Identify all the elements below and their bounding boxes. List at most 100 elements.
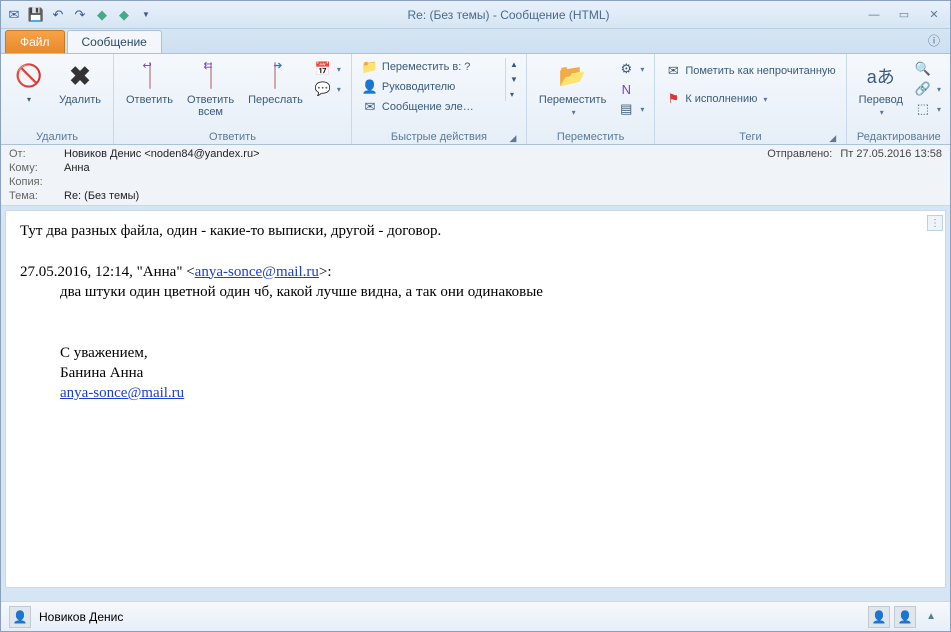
junk-icon: 🚫 — [13, 60, 45, 92]
people-name: Новиков Денис — [39, 610, 123, 624]
delete-icon: ✖ — [64, 60, 96, 92]
delete-button[interactable]: ✖ Удалить — [53, 58, 107, 108]
quick-manager-button[interactable]: 👤Руководителю — [358, 78, 503, 96]
tab-file[interactable]: Файл — [5, 30, 65, 53]
onenote-icon: N — [618, 81, 634, 97]
message-body[interactable]: Тут два разных файла, один - какие-то вы… — [6, 211, 945, 587]
group-respond: ↩ Ответить ⇇ Ответить всем ➔ Переслать 📅… — [114, 54, 352, 144]
quote-header: 27.05.2016, 12:14, "Анна" <anya-sonce@ma… — [20, 262, 931, 282]
group-delete: 🚫 ▾ ✖ Удалить Удалить — [1, 54, 114, 144]
signature-line: Банина Анна — [60, 363, 931, 383]
undo-icon[interactable]: ↶ — [49, 6, 67, 24]
redo-icon[interactable]: ↷ — [71, 6, 89, 24]
group-delete-label: Удалить — [7, 130, 107, 144]
rules-icon: ⚙ — [618, 61, 634, 77]
avatar-small[interactable]: 👤 — [894, 606, 916, 628]
maximize-button[interactable]: ▭ — [892, 6, 916, 24]
flag-icon: ⚑ — [665, 91, 681, 107]
move-icon: 📂 — [557, 60, 589, 92]
unread-icon: ✉ — [665, 63, 681, 79]
signature-line: С уважением, — [60, 343, 931, 363]
followup-button[interactable]: ⚑К исполнению▾ — [661, 90, 839, 108]
from-value: Новиков Денис <noden84@yandex.ru> — [64, 148, 767, 160]
junk-button[interactable]: 🚫 ▾ — [7, 58, 51, 108]
actions-icon: ▤ — [618, 101, 634, 117]
ribbon-tabs: Файл Сообщение ⓘ — [1, 29, 950, 53]
window-controls: — ▭ ✕ — [862, 6, 946, 24]
from-label: От: — [9, 148, 64, 160]
to-value: Анна — [64, 162, 942, 174]
group-tags-label: Теги◢ — [661, 130, 839, 144]
avatar-small[interactable]: 👤 — [868, 606, 890, 628]
close-button[interactable]: ✕ — [922, 6, 946, 24]
group-editing: aあ Перевод▾ 🔍 🔗▾ ⬚▾ Редактирование — [847, 54, 951, 144]
reply-button[interactable]: ↩ Ответить — [120, 58, 179, 108]
title-bar: ✉ 💾 ↶ ↷ ◆ ◆ ▼ Re: (Без темы) - Сообщение… — [1, 1, 950, 29]
quick-team-email-button[interactable]: ✉Сообщение эле… — [358, 98, 503, 116]
more-respond-button[interactable]: 💬▾ — [311, 80, 345, 98]
cc-label: Копия: — [9, 176, 64, 188]
quick-dialog-launcher[interactable]: ◢ — [508, 133, 518, 143]
tab-message[interactable]: Сообщение — [67, 30, 162, 53]
onenote-button[interactable]: N — [614, 80, 648, 98]
meeting-button[interactable]: 📅▾ — [311, 60, 345, 78]
signature-email-link[interactable]: anya-sonce@mail.ru — [60, 385, 184, 401]
group-respond-label: Ответить — [120, 130, 345, 144]
people-pane-toggle[interactable]: ▲ — [920, 611, 942, 622]
tags-dialog-launcher[interactable]: ◢ — [828, 133, 838, 143]
select-icon: ⬚ — [915, 101, 931, 117]
group-quick-steps: 📁Переместить в: ? 👤Руководителю ✉Сообщен… — [352, 54, 527, 144]
meeting-icon: 📅 — [315, 61, 331, 77]
group-tags: ✉Пометить как непрочитанную ⚑К исполнени… — [655, 54, 846, 144]
ribbon: 🚫 ▾ ✖ Удалить Удалить ↩ Ответить ⇇ Ответ… — [1, 53, 950, 145]
save-icon[interactable]: 💾 — [27, 6, 45, 24]
folder-move-icon: 📁 — [362, 59, 378, 75]
reply-all-button[interactable]: ⇇ Ответить всем — [181, 58, 240, 120]
cc-value — [64, 176, 942, 188]
quick-move-button[interactable]: 📁Переместить в: ? — [358, 58, 503, 76]
move-button[interactable]: 📂 Переместить▾ — [533, 58, 612, 121]
group-move-label: Переместить — [533, 130, 648, 144]
sent-value: Пт 27.05.2016 13:58 — [840, 148, 942, 160]
mark-unread-button[interactable]: ✉Пометить как непрочитанную — [661, 62, 839, 80]
body-options-icon[interactable]: ⋮ — [927, 215, 943, 231]
translate-button[interactable]: aあ Перевод▾ — [853, 58, 909, 121]
app-icon: ✉ — [5, 6, 23, 24]
quick-down-button[interactable]: ▼ — [508, 73, 520, 86]
quick-up-button[interactable]: ▲ — [508, 58, 520, 71]
next-item-icon[interactable]: ◆ — [115, 6, 133, 24]
quoted-line: два штуки один цветной один чб, какой лу… — [60, 282, 931, 302]
window-title: Re: (Без темы) - Сообщение (HTML) — [155, 8, 862, 22]
select-button[interactable]: ⬚▾ — [911, 100, 945, 118]
message-area: ⋮ Тут два разных файла, один - какие-то … — [5, 210, 946, 588]
quick-more-button[interactable]: ▾ — [508, 88, 520, 101]
qat-dropdown-icon[interactable]: ▼ — [137, 6, 155, 24]
team-email-icon: ✉ — [362, 99, 378, 115]
ribbon-help-icon[interactable]: ⓘ — [918, 28, 950, 53]
im-icon: 💬 — [315, 81, 331, 97]
group-move: 📂 Переместить▾ ⚙▾ N ▤▾ Переместить — [527, 54, 655, 144]
manager-icon: 👤 — [362, 79, 378, 95]
minimize-button[interactable]: — — [862, 6, 886, 24]
to-label: Кому: — [9, 162, 64, 174]
related-icon: 🔗 — [915, 81, 931, 97]
actions-button[interactable]: ▤▾ — [614, 100, 648, 118]
quick-access-toolbar: ✉ 💾 ↶ ↷ ◆ ◆ ▼ — [5, 6, 155, 24]
find-button[interactable]: 🔍 — [911, 60, 945, 78]
forward-icon: ➔ — [259, 60, 291, 92]
group-editing-label: Редактирование — [853, 130, 945, 144]
sent-label: Отправлено: — [767, 148, 832, 160]
subject-label: Тема: — [9, 190, 64, 202]
quote-email-link[interactable]: anya-sonce@mail.ru — [195, 264, 319, 280]
message-header: От: Новиков Денис <noden84@yandex.ru> От… — [1, 145, 950, 206]
rules-button[interactable]: ⚙▾ — [614, 60, 648, 78]
people-pane: 👤 Новиков Денис 👤 👤 ▲ — [1, 601, 950, 631]
subject-value: Re: (Без темы) — [64, 190, 942, 202]
find-icon: 🔍 — [915, 61, 931, 77]
forward-button[interactable]: ➔ Переслать — [242, 58, 309, 108]
body-line: Тут два разных файла, один - какие-то вы… — [20, 221, 931, 241]
avatar[interactable]: 👤 — [9, 606, 31, 628]
prev-item-icon[interactable]: ◆ — [93, 6, 111, 24]
group-quick-label: Быстрые действия◢ — [358, 130, 520, 144]
related-button[interactable]: 🔗▾ — [911, 80, 945, 98]
